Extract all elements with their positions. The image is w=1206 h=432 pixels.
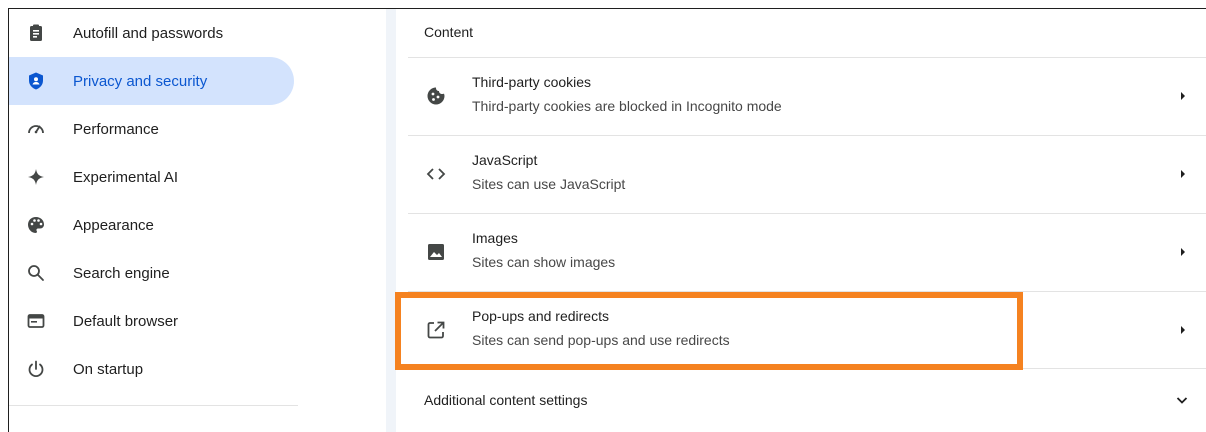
sidebar-item-label: Experimental AI — [73, 168, 179, 186]
sidebar-item-autofill[interactable]: Autofill and passwords — [9, 9, 294, 57]
sidebar-item-on-startup[interactable]: On startup — [9, 345, 294, 393]
cookie-icon — [425, 85, 447, 107]
section-title: Content — [424, 24, 474, 40]
sidebar-item-label: Appearance — [73, 216, 154, 234]
sidebar-item-label: Search engine — [73, 264, 170, 282]
expand-label: Additional content settings — [424, 392, 588, 408]
additional-content-settings[interactable]: Additional content settings — [396, 368, 1206, 432]
browser-icon — [26, 311, 46, 331]
row-subtitle: Sites can show images — [472, 254, 616, 270]
row-divider — [408, 213, 1206, 214]
speedometer-icon — [26, 119, 46, 139]
chevron-right-icon — [1178, 167, 1188, 181]
row-subtitle: Third-party cookies are blocked in Incog… — [472, 98, 782, 114]
row-subtitle: Sites can use JavaScript — [472, 176, 626, 192]
shield-icon — [26, 71, 46, 91]
sidebar-divider — [9, 405, 298, 406]
sidebar-item-experimental-ai[interactable]: Experimental AI — [9, 153, 294, 201]
open-in-new-icon — [425, 319, 447, 341]
sidebar-item-label: Performance — [73, 120, 159, 138]
setting-row-images[interactable]: Images Sites can show images — [396, 213, 1206, 291]
code-icon — [425, 163, 447, 185]
row-subtitle: Sites can send pop-ups and use redirects — [472, 332, 730, 348]
content-gutter — [386, 9, 396, 432]
setting-row-popups-redirects[interactable]: Pop-ups and redirects Sites can send pop… — [396, 291, 1206, 369]
clipboard-icon — [26, 23, 46, 43]
row-divider — [408, 57, 1206, 58]
row-title: Third-party cookies — [472, 74, 592, 90]
row-title: Pop-ups and redirects — [472, 308, 609, 324]
chevron-down-icon — [1174, 392, 1190, 408]
chevron-right-icon — [1178, 323, 1188, 337]
sidebar-item-label: Privacy and security — [73, 72, 208, 90]
setting-row-third-party-cookies[interactable]: Third-party cookies Third-party cookies … — [396, 57, 1206, 135]
row-divider — [408, 368, 1206, 369]
content-panel: Content Third-party cookies Third-party … — [396, 9, 1206, 432]
power-icon — [26, 359, 46, 379]
row-title: Images — [472, 230, 518, 246]
sidebar-item-search-engine[interactable]: Search engine — [9, 249, 294, 297]
sparkle-icon — [26, 167, 46, 187]
chevron-right-icon — [1178, 89, 1188, 103]
sidebar-item-label: On startup — [73, 360, 144, 378]
search-icon — [26, 263, 46, 283]
sidebar-item-label: Autofill and passwords — [73, 24, 224, 42]
sidebar-item-appearance[interactable]: Appearance — [9, 201, 294, 249]
chevron-right-icon — [1178, 245, 1188, 259]
image-icon — [425, 241, 447, 263]
row-divider — [408, 135, 1206, 136]
sidebar-item-privacy-security[interactable]: Privacy and security — [9, 57, 294, 105]
sidebar-item-performance[interactable]: Performance — [9, 105, 294, 153]
row-title: JavaScript — [472, 152, 538, 168]
sidebar-item-label: Default browser — [73, 312, 179, 330]
settings-sidebar: Autofill and passwords Privacy and secur… — [9, 9, 386, 432]
palette-icon — [26, 215, 46, 235]
setting-row-javascript[interactable]: JavaScript Sites can use JavaScript — [396, 135, 1206, 213]
row-divider — [408, 291, 1206, 292]
sidebar-item-default-browser[interactable]: Default browser — [9, 297, 294, 345]
